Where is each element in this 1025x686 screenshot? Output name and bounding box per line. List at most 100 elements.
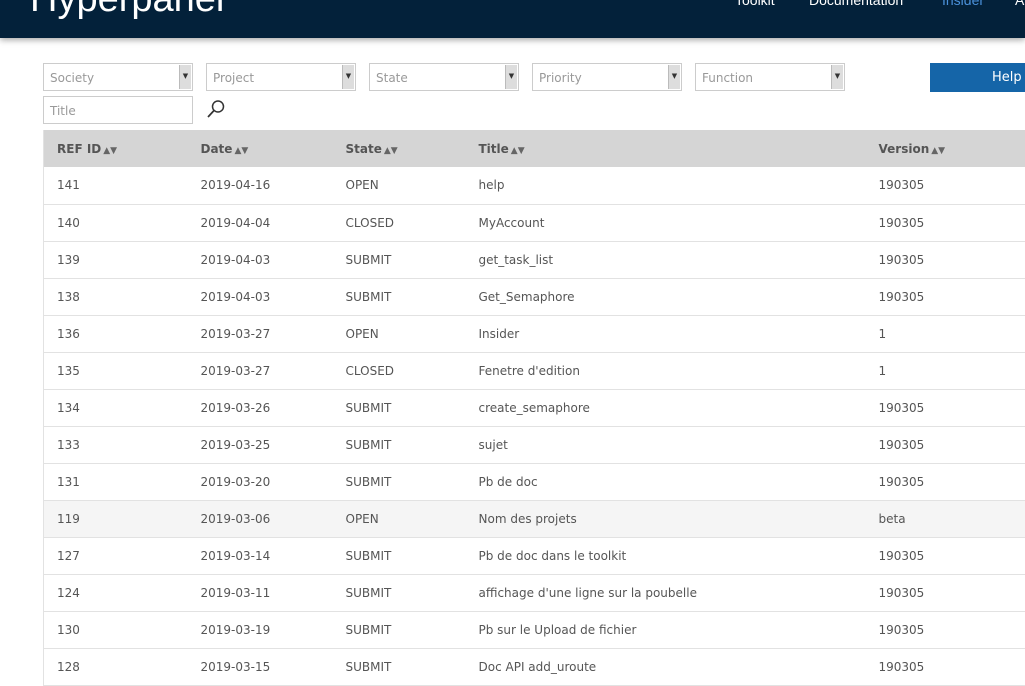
table-row[interactable]: 1272019-03-14SUBMITPb de doc dans le too… bbox=[44, 537, 1025, 574]
dropdown-arrow-icon: ▼ bbox=[505, 65, 517, 89]
project-select[interactable]: Project▼ bbox=[206, 63, 356, 91]
title-input[interactable]: Title bbox=[43, 96, 193, 124]
table-row[interactable]: 1312019-03-20SUBMITPb de doc190305 bbox=[44, 463, 1025, 500]
table-cell: 190305 bbox=[879, 241, 1025, 278]
table-cell: MyAccount bbox=[479, 204, 879, 241]
society-label: Society bbox=[50, 71, 94, 85]
table-cell: 190305 bbox=[879, 574, 1025, 611]
table-cell: 2019-03-20 bbox=[201, 463, 346, 500]
top-header: Hyperpanel Toolkit Documentation Insider… bbox=[0, 0, 1025, 38]
table-cell: SUBMIT bbox=[346, 537, 479, 574]
society-select[interactable]: Society ▼ bbox=[43, 63, 193, 91]
table-cell: sujet bbox=[479, 426, 879, 463]
table-cell: 141 bbox=[44, 167, 201, 204]
table-row[interactable]: 1342019-03-26SUBMITcreate_semaphore19030… bbox=[44, 389, 1025, 426]
table-cell: 2019-04-16 bbox=[201, 167, 346, 204]
sort-icon[interactable]: ▲▼ bbox=[103, 146, 117, 156]
column-label: Title bbox=[479, 142, 509, 156]
table-cell: 190305 bbox=[879, 611, 1025, 648]
dropdown-arrow-icon: ▼ bbox=[831, 65, 843, 89]
table-row[interactable]: 1382019-04-03SUBMITGet_Semaphore190305 bbox=[44, 278, 1025, 315]
table-row[interactable]: 1412019-04-16OPENhelp190305 bbox=[44, 167, 1025, 204]
table-cell: 138 bbox=[44, 278, 201, 315]
nav-toolkit[interactable]: Toolkit bbox=[735, 0, 775, 8]
table-cell: SUBMIT bbox=[346, 648, 479, 685]
table-cell: 190305 bbox=[879, 204, 1025, 241]
table-cell: CLOSED bbox=[346, 352, 479, 389]
nav-more[interactable]: A bbox=[1015, 0, 1024, 8]
table-cell: 139 bbox=[44, 241, 201, 278]
table-cell: 2019-04-04 bbox=[201, 204, 346, 241]
column-header[interactable]: Date▲▼ bbox=[201, 130, 346, 167]
priority-select[interactable]: Priority▼ bbox=[532, 63, 682, 91]
table-cell: 2019-03-19 bbox=[201, 611, 346, 648]
table-row[interactable]: 1402019-04-04CLOSEDMyAccount190305 bbox=[44, 204, 1025, 241]
table-cell: 2019-03-26 bbox=[201, 389, 346, 426]
state-label: State bbox=[376, 71, 408, 85]
column-header[interactable]: REF ID▲▼ bbox=[44, 130, 201, 167]
help-button[interactable]: Help bbox=[930, 63, 1025, 92]
table-row[interactable]: 1242019-03-11SUBMITaffichage d'une ligne… bbox=[44, 574, 1025, 611]
table-cell: 2019-03-14 bbox=[201, 537, 346, 574]
nav-documentation[interactable]: Documentation bbox=[809, 0, 903, 8]
table-cell: 2019-03-25 bbox=[201, 426, 346, 463]
table-cell: help bbox=[479, 167, 879, 204]
column-header[interactable]: Title▲▼ bbox=[479, 130, 879, 167]
table-cell: Fenetre d'edition bbox=[479, 352, 879, 389]
table-cell: 190305 bbox=[879, 463, 1025, 500]
column-header[interactable]: Version▲▼ bbox=[879, 130, 1025, 167]
table-cell: Get_Semaphore bbox=[479, 278, 879, 315]
table-row[interactable]: 1302019-03-19SUBMITPb sur le Upload de f… bbox=[44, 611, 1025, 648]
dropdown-arrow-icon: ▼ bbox=[342, 65, 354, 89]
table-cell: CLOSED bbox=[346, 204, 479, 241]
table-cell: 1 bbox=[879, 315, 1025, 352]
search-icon[interactable] bbox=[206, 99, 226, 119]
sort-icon[interactable]: ▲▼ bbox=[511, 146, 525, 156]
table-cell: 190305 bbox=[879, 389, 1025, 426]
sort-icon[interactable]: ▲▼ bbox=[384, 146, 398, 156]
table-cell: 135 bbox=[44, 352, 201, 389]
table-cell: 136 bbox=[44, 315, 201, 352]
dropdown-arrow-icon: ▼ bbox=[179, 65, 191, 89]
function-label: Function bbox=[702, 71, 753, 85]
table-cell: SUBMIT bbox=[346, 463, 479, 500]
column-label: Date bbox=[201, 142, 233, 156]
table-cell: OPEN bbox=[346, 315, 479, 352]
table-cell: 190305 bbox=[879, 648, 1025, 685]
table-cell: 133 bbox=[44, 426, 201, 463]
table-cell: Insider bbox=[479, 315, 879, 352]
function-select[interactable]: Function ▼ bbox=[695, 63, 845, 91]
table-cell: 2019-03-27 bbox=[201, 315, 346, 352]
table-cell: 2019-03-11 bbox=[201, 574, 346, 611]
table-cell: Pb sur le Upload de fichier bbox=[479, 611, 879, 648]
table-cell: 128 bbox=[44, 648, 201, 685]
table-cell: 2019-04-03 bbox=[201, 241, 346, 278]
column-label: Version bbox=[879, 142, 930, 156]
column-label: REF ID bbox=[57, 142, 101, 156]
table-cell: 1 bbox=[879, 352, 1025, 389]
table-cell: 190305 bbox=[879, 278, 1025, 315]
sort-icon[interactable]: ▲▼ bbox=[931, 146, 945, 156]
table-cell: OPEN bbox=[346, 500, 479, 537]
table-cell: 190305 bbox=[879, 537, 1025, 574]
table-cell: SUBMIT bbox=[346, 426, 479, 463]
table-cell: beta bbox=[879, 500, 1025, 537]
sort-icon[interactable]: ▲▼ bbox=[234, 146, 248, 156]
column-header[interactable]: State▲▼ bbox=[346, 130, 479, 167]
table-cell: Nom des projets bbox=[479, 500, 879, 537]
table-row[interactable]: 1192019-03-06OPENNom des projetsbeta bbox=[44, 500, 1025, 537]
table-cell: 2019-04-03 bbox=[201, 278, 346, 315]
logo: Hyperpanel bbox=[30, 0, 224, 21]
table-row[interactable]: 1392019-04-03SUBMITget_task_list190305 bbox=[44, 241, 1025, 278]
table-cell: create_semaphore bbox=[479, 389, 879, 426]
state-select[interactable]: State ▼ bbox=[369, 63, 519, 91]
table-row[interactable]: 1352019-03-27CLOSEDFenetre d'edition1 bbox=[44, 352, 1025, 389]
table-cell: 190305 bbox=[879, 426, 1025, 463]
nav-insider[interactable]: Insider bbox=[942, 0, 984, 8]
table-row[interactable]: 1332019-03-25SUBMITsujet190305 bbox=[44, 426, 1025, 463]
table-cell: 124 bbox=[44, 574, 201, 611]
table-row[interactable]: 1282019-03-15SUBMITDoc API add_uroute190… bbox=[44, 648, 1025, 685]
table-row[interactable]: 1362019-03-27OPENInsider1 bbox=[44, 315, 1025, 352]
table-cell: 140 bbox=[44, 204, 201, 241]
priority-label: Priority bbox=[539, 71, 582, 85]
